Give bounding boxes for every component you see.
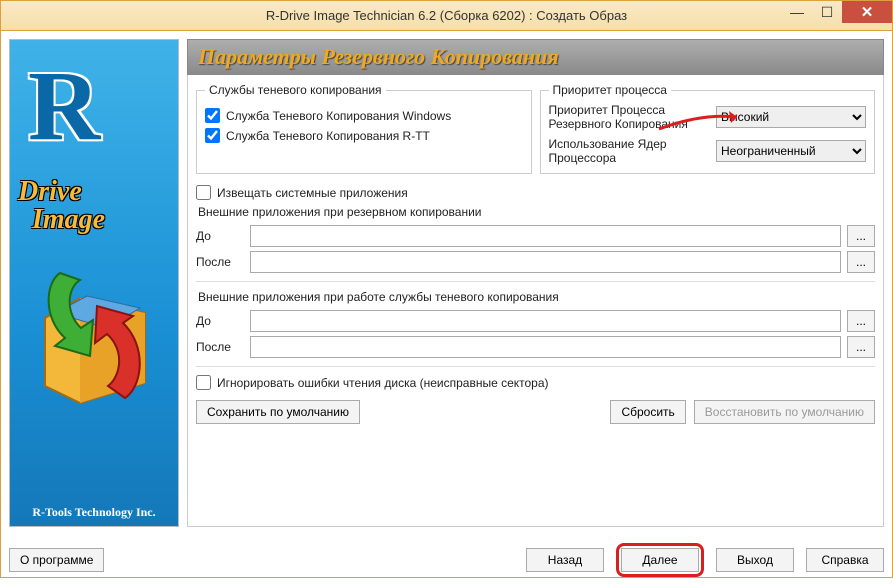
back-button[interactable]: Назад bbox=[526, 548, 604, 572]
priority-label: Приоритет Процесса Резервного Копировани… bbox=[549, 103, 711, 131]
shadow-windows-label: Служба Теневого Копирования Windows bbox=[226, 109, 451, 123]
logo-text: Drive Image bbox=[18, 178, 105, 234]
shadow-services-group: Службы теневого копирования Служба Тенев… bbox=[196, 83, 532, 174]
ignore-errors-label: Игнорировать ошибки чтения диска (неиспр… bbox=[217, 376, 549, 390]
window-title: R-Drive Image Technician 6.2 (Сборка 620… bbox=[266, 8, 627, 23]
shadow-windows-row[interactable]: Служба Теневого Копирования Windows bbox=[205, 108, 523, 123]
ext-backup-before-label: До bbox=[196, 229, 244, 243]
ext-shadow-before-label: До bbox=[196, 314, 244, 328]
notify-row[interactable]: Извещать системные приложения bbox=[196, 185, 875, 200]
ignore-errors-row[interactable]: Игнорировать ошибки чтения диска (неиспр… bbox=[196, 375, 875, 390]
logo-folder-icon bbox=[25, 258, 165, 408]
separator bbox=[196, 281, 875, 282]
help-button[interactable]: Справка bbox=[806, 548, 884, 572]
priority-legend: Приоритет процесса bbox=[549, 83, 671, 97]
logo-r-glyph: R bbox=[28, 48, 100, 163]
logo-copyright: R-Tools Technology Inc. bbox=[10, 505, 178, 520]
ext-shadow-before-input[interactable] bbox=[250, 310, 841, 332]
ext-backup-after-label: После bbox=[196, 255, 244, 269]
shadow-rtt-label: Служба Теневого Копирования R-TT bbox=[226, 129, 430, 143]
shadow-rtt-row[interactable]: Служба Теневого Копирования R-TT bbox=[205, 128, 523, 143]
about-button[interactable]: О программе bbox=[9, 548, 104, 572]
priority-select[interactable]: Высокий bbox=[716, 106, 866, 128]
save-default-button[interactable]: Сохранить по умолчанию bbox=[196, 400, 360, 424]
notify-label: Извещать системные приложения bbox=[217, 186, 408, 200]
ext-shadow-after-label: После bbox=[196, 340, 244, 354]
minimize-button[interactable]: — bbox=[782, 1, 812, 23]
ext-shadow-after-browse[interactable]: ... bbox=[847, 336, 875, 358]
exit-button[interactable]: Выход bbox=[716, 548, 794, 572]
ext-backup-before-input[interactable] bbox=[250, 225, 841, 247]
restore-default-button: Восстановить по умолчанию bbox=[694, 400, 875, 424]
ext-backup-after-browse[interactable]: ... bbox=[847, 251, 875, 273]
priority-group: Приоритет процесса Приоритет Процесса Ре… bbox=[540, 83, 876, 174]
ext-shadow-legend: Внешние приложения при работе службы тен… bbox=[198, 290, 875, 304]
titlebar: R-Drive Image Technician 6.2 (Сборка 620… bbox=[1, 1, 892, 31]
cores-label: Использование Ядер Процессора bbox=[549, 137, 711, 165]
cores-select[interactable]: Неограниченный bbox=[716, 140, 866, 162]
page-title: Параметры Резервного Копирования bbox=[187, 39, 884, 75]
notify-checkbox[interactable] bbox=[196, 185, 211, 200]
next-button[interactable]: Далее bbox=[621, 548, 699, 572]
ext-backup-after-input[interactable] bbox=[250, 251, 841, 273]
ext-backup-legend: Внешние приложения при резервном копиров… bbox=[198, 205, 875, 219]
close-button[interactable]: ✕ bbox=[842, 1, 892, 23]
next-button-highlight: Далее bbox=[616, 543, 704, 577]
ext-shadow-before-browse[interactable]: ... bbox=[847, 310, 875, 332]
sidebar-logo: R Drive Image R-Tools Technology Inc. bbox=[9, 39, 179, 527]
shadow-windows-checkbox[interactable] bbox=[205, 108, 220, 123]
maximize-button[interactable]: ☐ bbox=[812, 1, 842, 23]
reset-button[interactable]: Сбросить bbox=[610, 400, 685, 424]
shadow-legend: Службы теневого копирования bbox=[205, 83, 386, 97]
ignore-errors-checkbox[interactable] bbox=[196, 375, 211, 390]
ext-backup-before-browse[interactable]: ... bbox=[847, 225, 875, 247]
separator bbox=[196, 366, 875, 367]
ext-shadow-after-input[interactable] bbox=[250, 336, 841, 358]
shadow-rtt-checkbox[interactable] bbox=[205, 128, 220, 143]
